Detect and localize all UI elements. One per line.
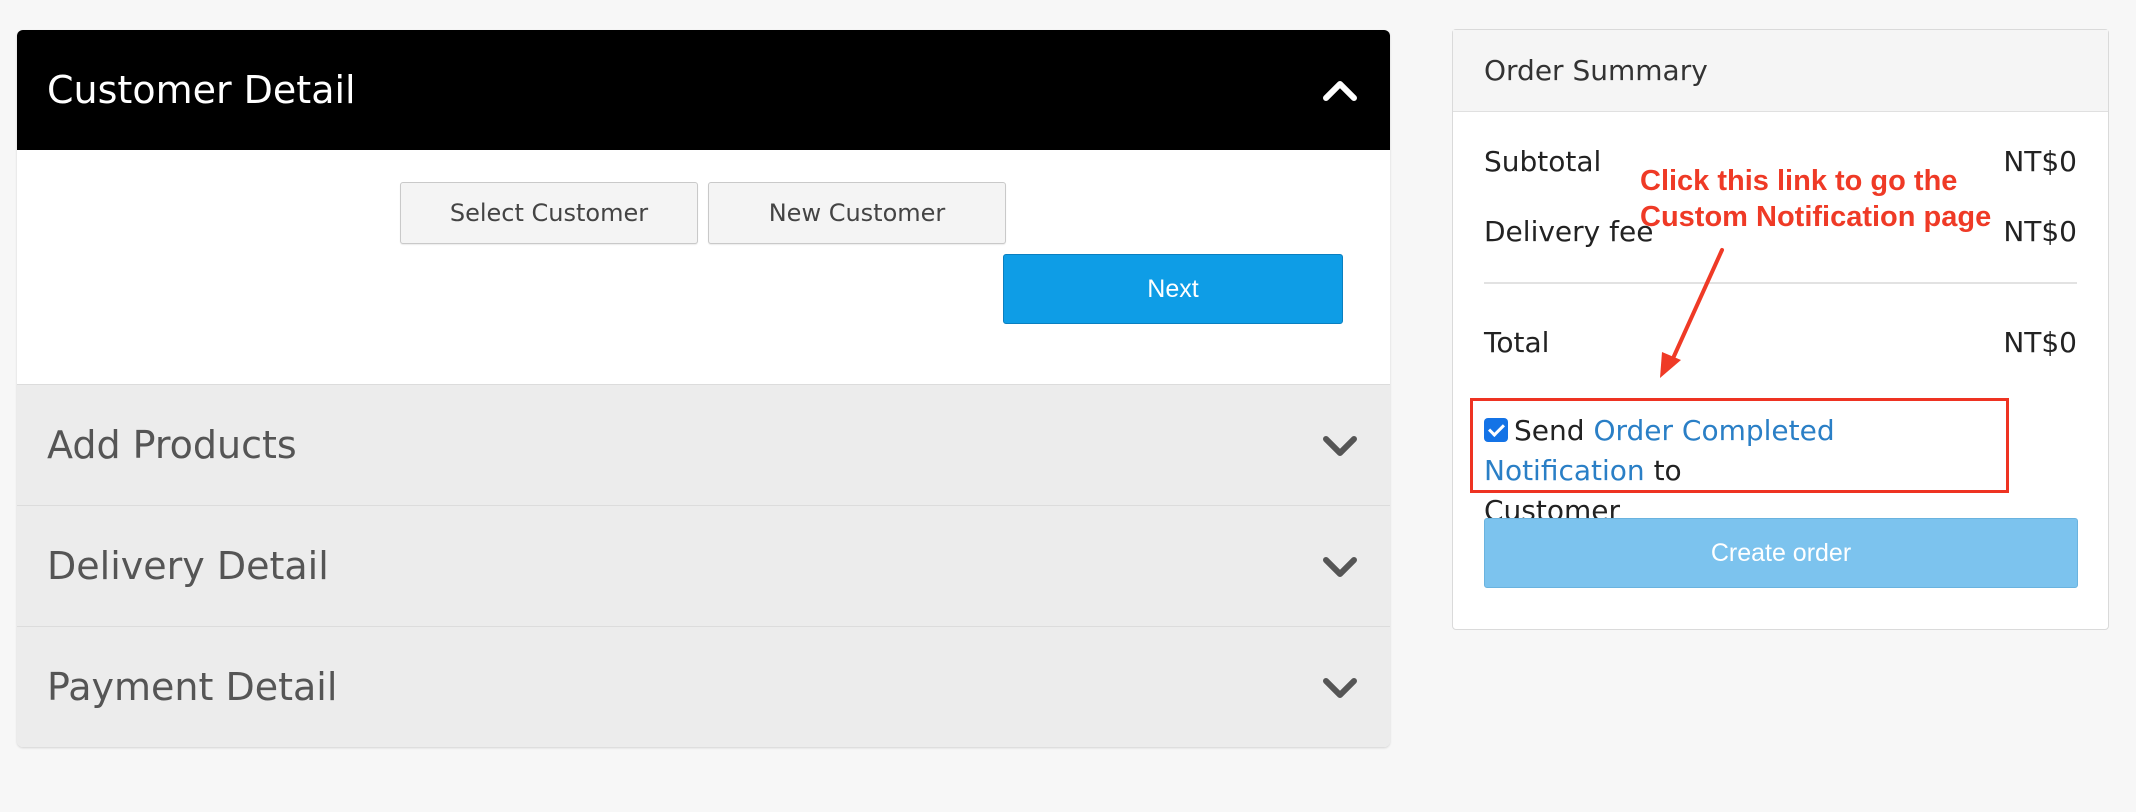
summary-divider: [1484, 282, 2077, 284]
send-notification-checkbox[interactable]: [1484, 418, 1508, 442]
chevron-down-icon[interactable]: [1320, 667, 1360, 707]
subtotal-label: Subtotal: [1484, 145, 1602, 178]
total-label: Total: [1484, 326, 1550, 359]
notification-highlight-box: Send Order Completed Notification to Cus…: [1470, 398, 2009, 527]
section-delivery-detail[interactable]: Delivery Detail: [17, 505, 1390, 626]
section-title: Delivery Detail: [47, 544, 329, 588]
notify-prefix: Send: [1514, 414, 1585, 447]
section-title: Add Products: [47, 423, 297, 467]
section-title: Payment Detail: [47, 665, 338, 709]
annotation-callout: Click this link to go the Custom Notific…: [1640, 165, 1992, 233]
chevron-down-icon[interactable]: [1320, 546, 1360, 586]
chevron-up-icon[interactable]: [1320, 70, 1360, 110]
new-customer-button[interactable]: New Customer: [708, 182, 1006, 244]
delivery-fee-label: Delivery fee: [1484, 215, 1654, 248]
select-customer-button[interactable]: Select Customer: [400, 182, 698, 244]
chevron-down-icon[interactable]: [1320, 425, 1360, 465]
delivery-fee-value: NT$0: [2003, 215, 2077, 248]
notify-suffix: to: [1653, 454, 1682, 487]
customer-detail-title: Customer Detail: [47, 68, 356, 112]
customer-detail-header[interactable]: Customer Detail: [17, 30, 1390, 150]
subtotal-value: NT$0: [2003, 145, 2077, 178]
section-payment-detail[interactable]: Payment Detail: [17, 626, 1390, 747]
order-summary-panel: Order Summary Subtotal NT$0 Delivery fee…: [1452, 29, 2109, 630]
section-add-products[interactable]: Add Products: [17, 384, 1390, 505]
total-row: Total NT$0: [1484, 326, 2077, 359]
next-button[interactable]: Next: [1003, 254, 1343, 324]
order-form: Customer Detail Select Customer New Cust…: [17, 30, 1390, 747]
create-order-button[interactable]: Create order: [1484, 518, 2078, 588]
total-value: NT$0: [2003, 326, 2077, 359]
order-summary-title: Order Summary: [1453, 30, 2108, 112]
